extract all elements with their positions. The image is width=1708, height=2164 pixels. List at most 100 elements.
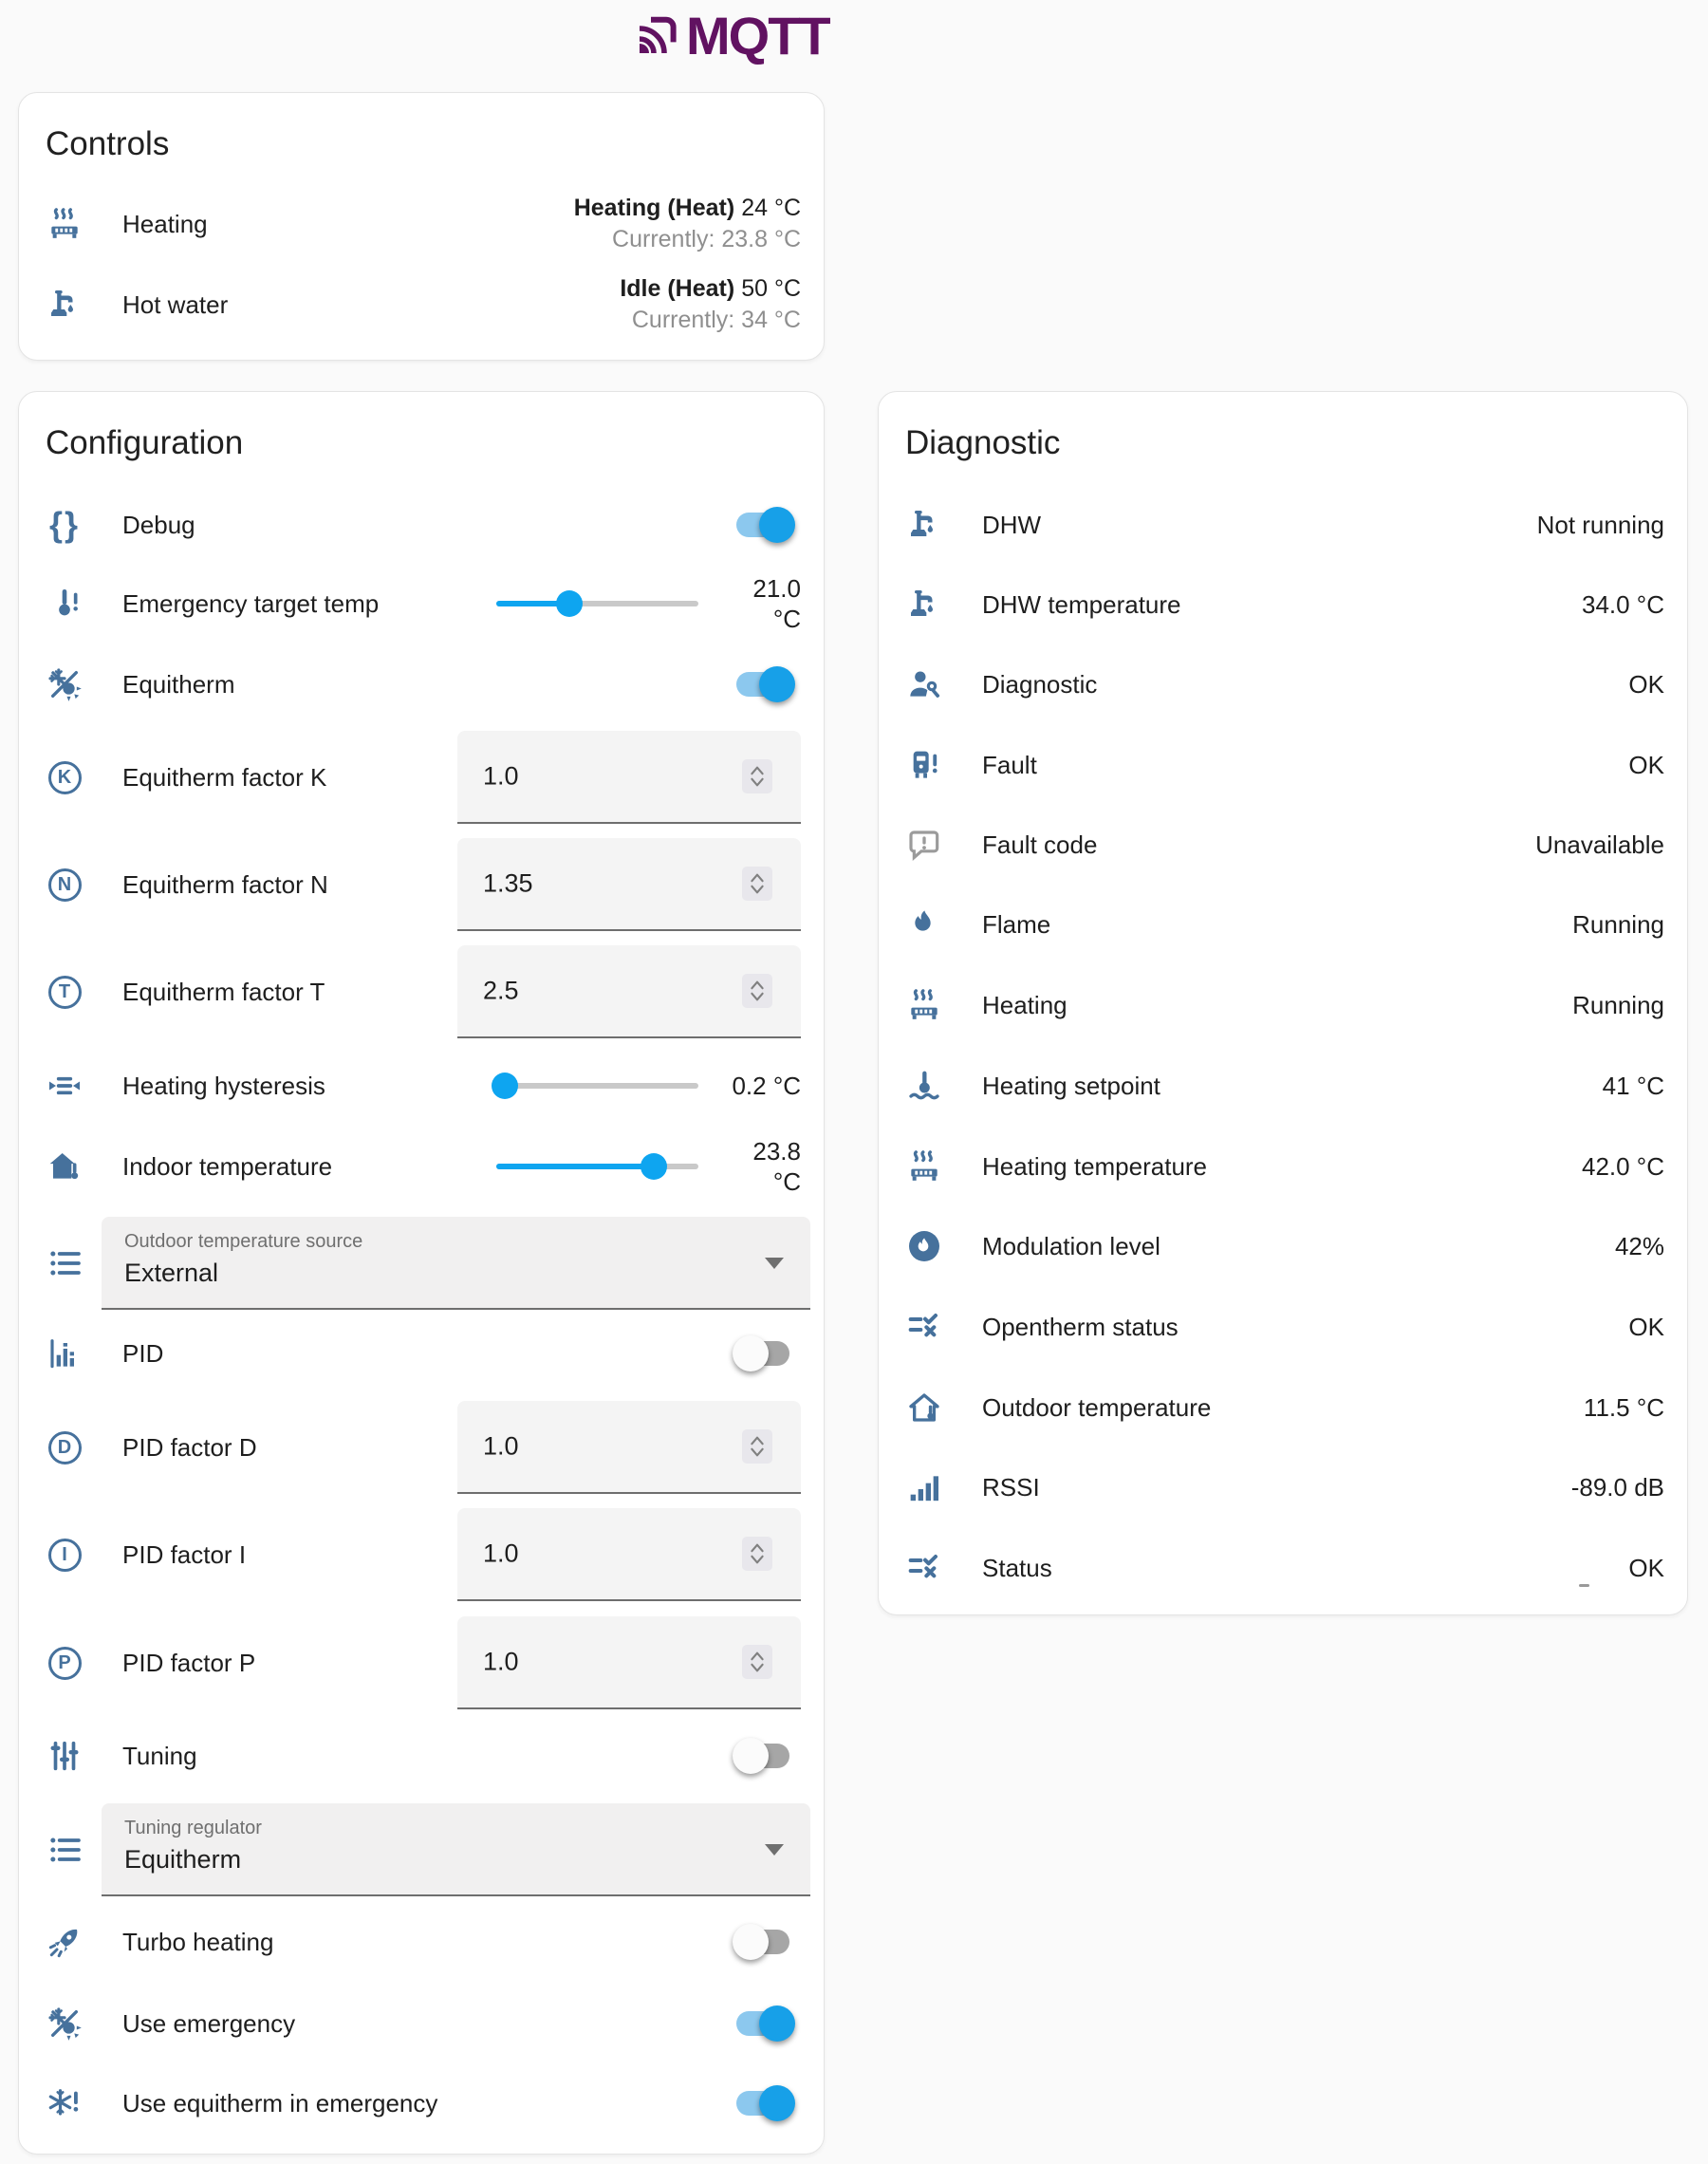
- row-label: Heating: [122, 210, 208, 239]
- mqtt-logo-text: MQTT: [686, 5, 829, 66]
- snowflake-alert-icon: [46, 2084, 84, 2122]
- row-label: Fault code: [982, 830, 1097, 860]
- row-label: Equitherm factor N: [122, 870, 328, 900]
- row-value[interactable]: 41 °C: [1603, 1072, 1664, 1101]
- pid-toggle[interactable]: [736, 1341, 789, 1366]
- alpha-i-circle-icon: I: [48, 1539, 82, 1572]
- row-value[interactable]: 11.5 °C: [1584, 1393, 1664, 1423]
- pid-factor-i-input[interactable]: 1.0: [457, 1508, 801, 1601]
- row-value[interactable]: -89.0 dB: [1571, 1473, 1664, 1502]
- stepper-icon[interactable]: [742, 974, 772, 1008]
- list-status-icon: [905, 1308, 943, 1346]
- row-value[interactable]: Not running: [1537, 511, 1664, 540]
- config-row-equitherm-factor-k: K Equitherm factor K 1.0: [46, 732, 801, 823]
- code-braces-icon: {}: [49, 506, 80, 544]
- row-label: PID: [122, 1339, 163, 1369]
- row-value[interactable]: OK: [1628, 1313, 1664, 1342]
- row-label: Equitherm factor K: [122, 763, 326, 793]
- sun-snowflake-icon: [46, 2005, 84, 2043]
- equitherm-toggle[interactable]: [736, 672, 789, 697]
- row-label: PID factor I: [122, 1540, 246, 1570]
- row-value[interactable]: OK: [1628, 670, 1664, 700]
- config-row-pid-factor-i: I PID factor I 1.0: [46, 1509, 801, 1600]
- tuning-toggle[interactable]: [736, 1744, 789, 1768]
- config-row-equitherm-factor-t: T Equitherm factor T 2.5: [46, 946, 801, 1037]
- emergency-target-temp-slider[interactable]: [496, 589, 698, 618]
- config-row-use-emergency: Use emergency: [46, 1984, 801, 2063]
- slider-value: 23.8°C: [696, 1136, 801, 1197]
- slider-thumb[interactable]: [556, 590, 583, 617]
- select-value: External: [124, 1259, 218, 1288]
- water-heater-state[interactable]: Idle (Heat)50 °C Currently: 34 °C: [620, 273, 801, 336]
- row-label: Fault: [982, 751, 1037, 780]
- stepper-icon[interactable]: [742, 867, 772, 901]
- diagnostic-card: Diagnostic DHW Not running DHW temperatu…: [878, 391, 1688, 1615]
- row-label: Tuning: [122, 1742, 197, 1771]
- heating-hysteresis-slider[interactable]: [496, 1072, 698, 1100]
- list-status-icon: [905, 1549, 943, 1587]
- diag-row-heating-temperature: Heating temperature 42.0 °C: [905, 1127, 1664, 1206]
- controls-card: Controls Heating Heating (Heat)24 °C Cur…: [18, 92, 825, 361]
- diag-row-heating: Heating Running: [905, 965, 1664, 1045]
- diag-row-rssi: RSSI -89.0 dB: [905, 1447, 1664, 1527]
- mqtt-signal-icon: [634, 13, 679, 59]
- turbo-heating-toggle[interactable]: [736, 1930, 789, 1954]
- climate-state[interactable]: Heating (Heat)24 °C Currently: 23.8 °C: [574, 193, 801, 255]
- fire-icon: [905, 905, 943, 943]
- config-row-heating-hysteresis: Heating hysteresis 0.2 °C: [46, 1046, 801, 1126]
- fire-circle-icon: [905, 1227, 943, 1265]
- row-label: Debug: [122, 511, 195, 540]
- row-value[interactable]: OK: [1628, 751, 1664, 780]
- row-label: Outdoor temperature: [982, 1393, 1211, 1423]
- row-label: Hot water: [122, 290, 228, 320]
- dropdown-arrow-icon: [765, 1844, 784, 1856]
- stepper-icon[interactable]: [742, 1537, 772, 1571]
- diag-row-heating-setpoint: Heating setpoint 41 °C: [905, 1046, 1664, 1126]
- outdoor-temperature-source-select[interactable]: Outdoor temperature source External: [102, 1217, 810, 1310]
- radiator-icon: [905, 1147, 943, 1185]
- row-label: Indoor temperature: [122, 1152, 332, 1182]
- row-value[interactable]: 42%: [1615, 1232, 1664, 1261]
- debug-toggle[interactable]: [736, 513, 789, 537]
- row-label: Heating hysteresis: [122, 1072, 325, 1101]
- water-tap-icon: [46, 286, 84, 324]
- use-emergency-toggle[interactable]: [736, 2011, 789, 2036]
- diag-row-outdoor-temperature: Outdoor temperature 11.5 °C: [905, 1368, 1664, 1447]
- diag-row-modulation-level: Modulation level 42%: [905, 1206, 1664, 1286]
- controls-row-heating: Heating Heating (Heat)24 °C Currently: 2…: [46, 184, 801, 264]
- diag-row-opentherm-status: Opentherm status OK: [905, 1287, 1664, 1367]
- sun-snowflake-icon: [46, 665, 84, 703]
- row-value[interactable]: Running: [1572, 910, 1664, 940]
- pid-factor-p-input[interactable]: 1.0: [457, 1616, 801, 1709]
- diag-row-status: Status OK: [905, 1528, 1664, 1608]
- pid-factor-d-input[interactable]: 1.0: [457, 1401, 801, 1494]
- row-value[interactable]: Unavailable: [1535, 830, 1664, 860]
- use-equitherm-in-emergency-toggle[interactable]: [736, 2091, 789, 2116]
- row-value[interactable]: Running: [1572, 991, 1664, 1020]
- tuning-regulator-select[interactable]: Tuning regulator Equitherm: [102, 1803, 810, 1896]
- equitherm-factor-k-input[interactable]: 1.0: [457, 731, 801, 824]
- slider-thumb[interactable]: [640, 1153, 667, 1180]
- diag-row-dhw-temperature: DHW temperature 34.0 °C: [905, 565, 1664, 644]
- water-tap-icon: [905, 506, 943, 544]
- select-label: Outdoor temperature source: [124, 1231, 362, 1253]
- row-value[interactable]: 42.0 °C: [1582, 1152, 1664, 1182]
- diag-row-dhw: DHW Not running: [905, 485, 1664, 565]
- equitherm-factor-n-input[interactable]: 1.35: [457, 838, 801, 931]
- home-thermometer-icon: [46, 1147, 84, 1185]
- alpha-n-circle-icon: N: [48, 868, 82, 902]
- stepper-icon[interactable]: [742, 1645, 772, 1679]
- stepper-icon[interactable]: [742, 1429, 772, 1464]
- thermometer-water-icon: [905, 1067, 943, 1105]
- row-label: Heating setpoint: [982, 1072, 1160, 1101]
- alpha-d-circle-icon: D: [48, 1431, 82, 1464]
- signal-icon: [905, 1468, 943, 1506]
- slider-thumb[interactable]: [492, 1073, 518, 1099]
- indoor-temperature-slider[interactable]: [496, 1152, 698, 1181]
- row-value[interactable]: 34.0 °C: [1582, 590, 1664, 620]
- row-value[interactable]: OK: [1628, 1554, 1664, 1583]
- slider-value: 21.0°C: [696, 573, 801, 634]
- thermometer-alert-icon: [46, 585, 84, 623]
- stepper-icon[interactable]: [742, 759, 772, 793]
- equitherm-factor-t-input[interactable]: 2.5: [457, 945, 801, 1038]
